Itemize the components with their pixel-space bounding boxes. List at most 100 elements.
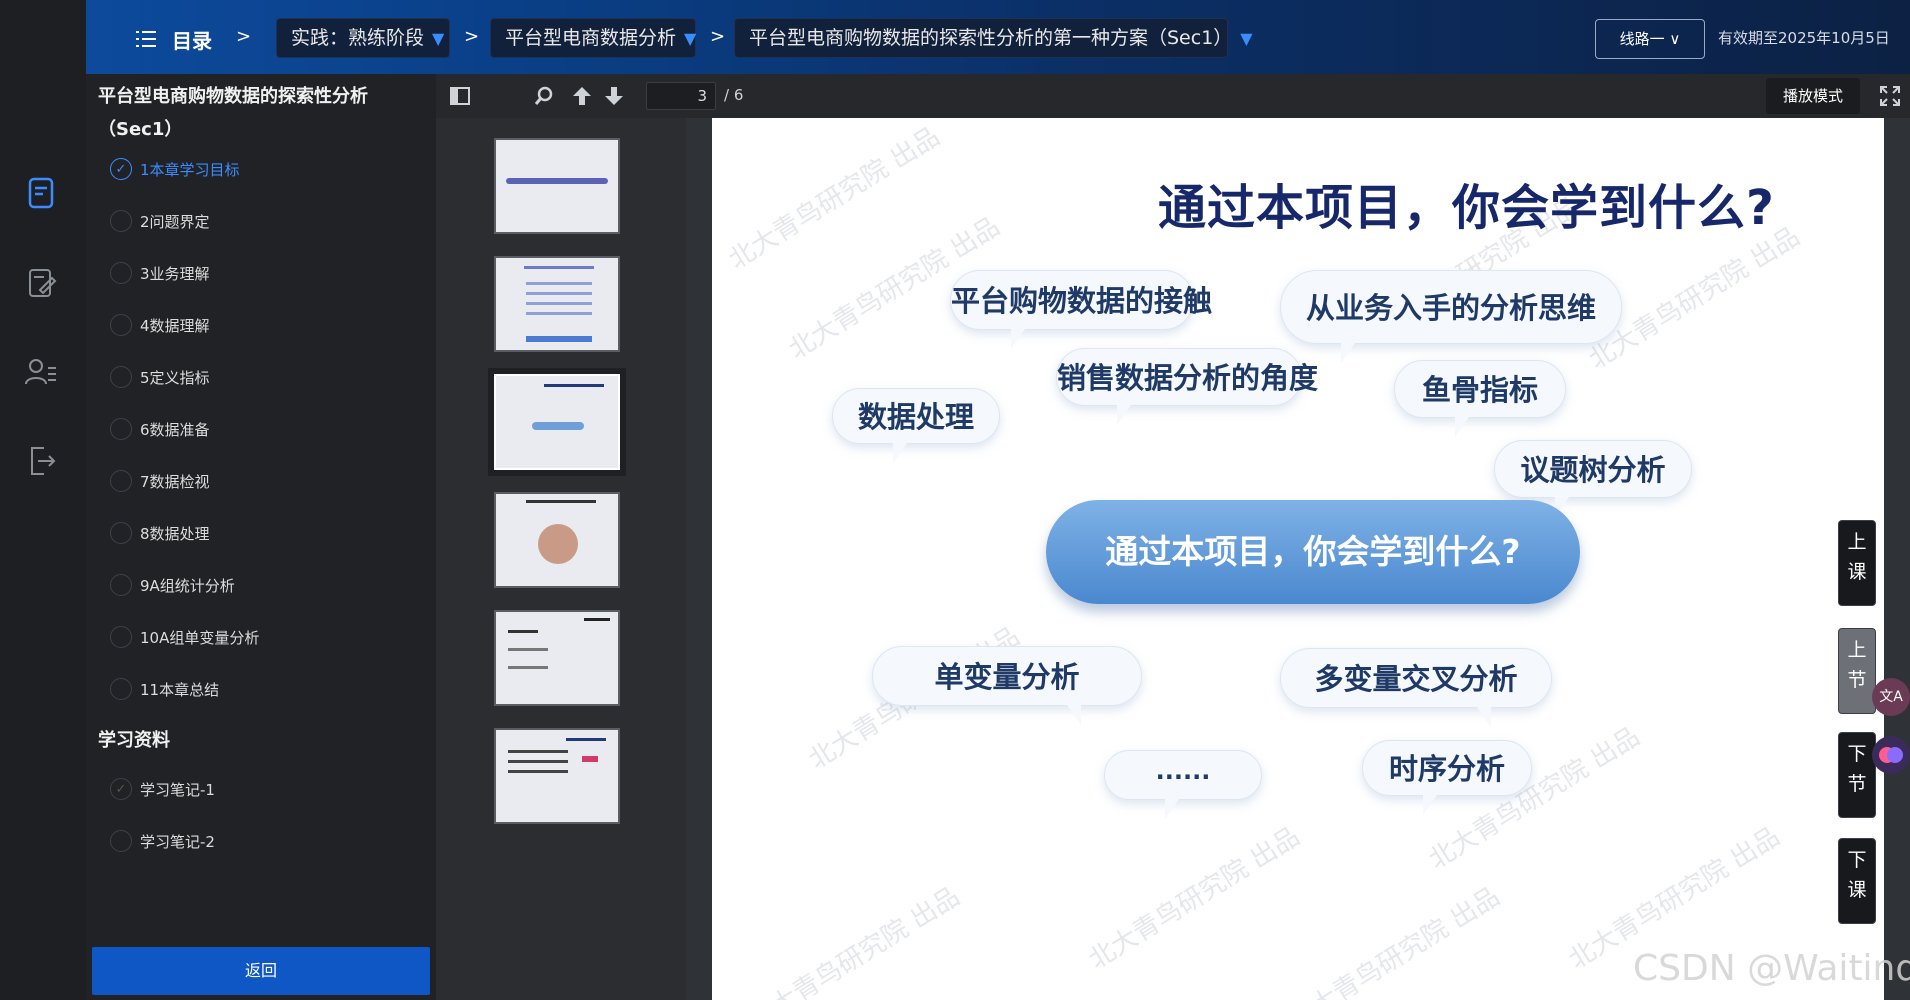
dropdown-arrow-icon: ▼ — [432, 29, 445, 48]
previous-page-icon[interactable] — [570, 84, 594, 108]
prev-section-char: 节 — [1847, 669, 1867, 691]
material-label: 学习笔记-2 — [140, 832, 215, 851]
search-icon[interactable] — [532, 84, 556, 108]
brain-icon — [1879, 747, 1903, 763]
page-thumbnail-1[interactable] — [494, 138, 620, 234]
chapter-item[interactable]: 10A组单变量分析 — [110, 622, 259, 652]
material-label: 学习笔记-1 — [140, 780, 215, 799]
breadcrumb-stage[interactable]: 实践：熟练阶段 ▼ — [276, 18, 450, 58]
breadcrumb-separator: > — [710, 26, 726, 47]
prev-lesson-char: 上 — [1847, 531, 1867, 553]
thumbnail-panel — [436, 74, 686, 1000]
thumb-chart-shape — [538, 524, 578, 564]
chapter-label: 10A组单变量分析 — [140, 628, 260, 647]
check-circle-icon: ✓ — [110, 778, 132, 800]
circle-icon — [110, 418, 132, 440]
dropdown-arrow-icon: ▼ — [1240, 29, 1253, 48]
next-section-char: 节 — [1847, 773, 1867, 795]
next-page-icon[interactable] — [602, 84, 626, 108]
thumb-line — [526, 312, 592, 315]
center-topic-bubble: 通过本项目，你会学到什么? — [1046, 500, 1580, 604]
chapter-item[interactable]: 5定义指标 — [110, 362, 210, 392]
chapter-label: 2问题界定 — [140, 212, 210, 231]
chevron-down-icon: ∨ — [1669, 30, 1681, 48]
chapter-item[interactable]: 4数据理解 — [110, 310, 210, 340]
course-doc-icon[interactable] — [22, 174, 60, 212]
watermark-text: 北大青鸟研究院 出品 — [1083, 821, 1306, 976]
thumb-line — [526, 302, 592, 305]
page-thumbnail-4[interactable] — [494, 492, 620, 588]
dropdown-arrow-icon: ▼ — [684, 29, 697, 48]
breadcrumb-lesson[interactable]: 平台型电商购物数据的探索性分析的第一种方案（Sec1） ▼ — [734, 18, 1253, 58]
next-lesson-char: 课 — [1847, 879, 1867, 901]
topic-bubble: 平台购物数据的接触 — [950, 270, 1212, 349]
breadcrumb-course[interactable]: 平台型电商数据分析 ▼ — [490, 18, 696, 58]
csdn-watermark: CSDN @Waitind — [1633, 948, 1910, 989]
prev-lesson-char: 课 — [1847, 561, 1867, 583]
chapter-item[interactable]: 9A组统计分析 — [110, 570, 235, 600]
thumb-line — [508, 770, 568, 773]
circle-icon — [110, 574, 132, 596]
prev-section-char: 上 — [1847, 639, 1867, 661]
circle-icon — [110, 626, 132, 648]
toc-label: 目录 — [172, 28, 212, 53]
chapter-label: 3业务理解 — [140, 264, 210, 283]
chapter-item[interactable]: 6数据准备 — [110, 414, 210, 444]
topic-bubble: 议题树分析 — [1494, 440, 1692, 517]
chapter-item[interactable]: 3业务理解 — [110, 258, 210, 288]
breadcrumb-course-label: 平台型电商数据分析 — [505, 27, 677, 49]
page-number-input[interactable]: 3 — [646, 82, 716, 110]
back-button[interactable]: 返回 — [92, 947, 430, 995]
page-thumbnail-5[interactable] — [494, 610, 620, 706]
thumb-line — [526, 500, 596, 503]
topic-bubble: ...... — [1104, 750, 1262, 819]
material-item[interactable]: 学习笔记-2 — [110, 826, 215, 856]
next-section-button[interactable]: 下 节 — [1838, 732, 1876, 818]
chapter-item[interactable]: 11本章总结 — [110, 674, 219, 704]
chapter-label: 5定义指标 — [140, 368, 210, 387]
chapter-sidebar: 平台型电商购物数据的探索性分析（Sec1） ✓ 1本章学习目标 2问题界定 3业务… — [86, 74, 436, 1000]
chapter-item[interactable]: 8数据处理 — [110, 518, 210, 548]
page-total: / 6 — [724, 86, 744, 104]
thumb-line — [526, 282, 592, 285]
thumb-line — [524, 266, 594, 269]
thumb-line — [508, 750, 568, 753]
thumb-line — [526, 292, 592, 295]
viewer-toolbar: 3 / 6 播放模式 — [436, 74, 1910, 118]
slide-page: 北大青鸟研究院 出品 北大青鸟研究院 出品 北大青鸟研究院 出品 北大青鸟研究院… — [712, 118, 1884, 1000]
topic-bubble: 单变量分析 — [872, 646, 1142, 725]
circle-icon — [110, 522, 132, 544]
circle-icon — [110, 262, 132, 284]
ai-assistant-button[interactable] — [1872, 736, 1910, 774]
course-title: 平台型电商购物数据的探索性分析（Sec1） — [98, 86, 368, 140]
route-select[interactable]: 线路一 ∨ — [1595, 19, 1705, 59]
topic-bubble: 数据处理 — [832, 388, 1000, 463]
notes-edit-icon[interactable] — [22, 264, 60, 302]
page-thumbnail-2[interactable] — [494, 256, 620, 352]
materials-title: 学习资料 — [98, 730, 170, 751]
material-item[interactable]: ✓ 学习笔记-1 — [110, 774, 215, 804]
chapter-label: 6数据准备 — [140, 420, 210, 439]
page-thumbnail-3[interactable] — [494, 374, 620, 470]
translate-button[interactable]: 文A — [1872, 678, 1910, 716]
fullscreen-icon[interactable] — [1878, 84, 1902, 108]
thumb-line — [508, 666, 548, 669]
chapter-item[interactable]: ✓ 1本章学习目标 — [110, 154, 240, 184]
sidebar-toggle-icon[interactable] — [448, 84, 472, 108]
next-section-char: 下 — [1847, 743, 1867, 765]
chapter-item[interactable]: 7数据检视 — [110, 466, 210, 496]
users-list-icon[interactable] — [22, 354, 60, 392]
circle-icon — [110, 830, 132, 852]
expiry-text: 有效期至2025年10月5日 — [1718, 29, 1890, 47]
previous-lesson-button[interactable]: 上 课 — [1838, 520, 1876, 606]
watermark-text: 北大青鸟研究院 出品 — [743, 881, 966, 1000]
thumb-line — [584, 618, 610, 621]
topic-bubble: 时序分析 — [1362, 740, 1532, 815]
previous-section-button[interactable]: 上 节 — [1838, 628, 1876, 714]
next-lesson-button[interactable]: 下 课 — [1838, 838, 1876, 924]
page-thumbnail-6[interactable] — [494, 728, 620, 824]
play-mode-button[interactable]: 播放模式 — [1766, 78, 1860, 114]
toc-button[interactable]: 目录 — [136, 22, 212, 56]
chapter-item[interactable]: 2问题界定 — [110, 206, 210, 236]
exit-icon[interactable] — [22, 442, 60, 480]
